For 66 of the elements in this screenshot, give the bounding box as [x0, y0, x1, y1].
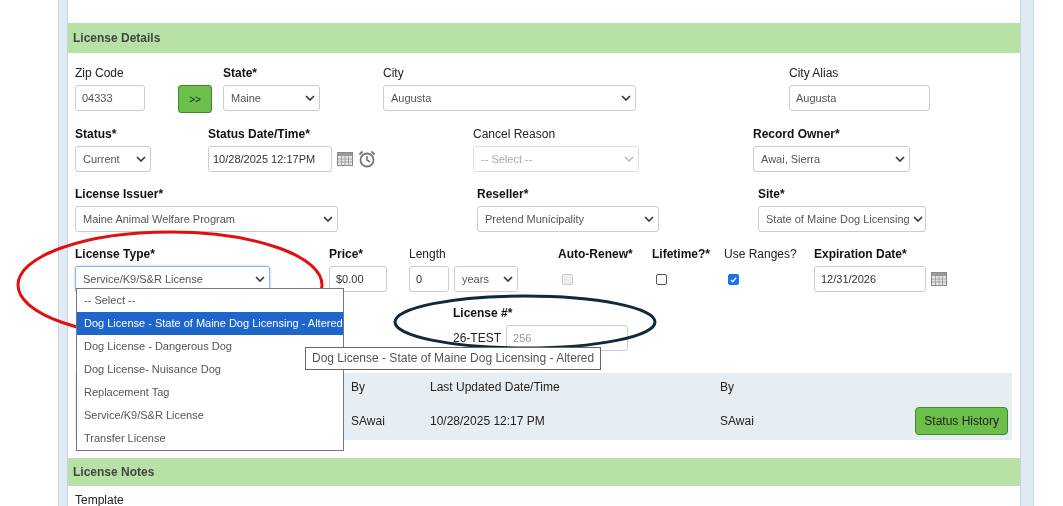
chevron-icon: [503, 276, 513, 282]
field-label: Length: [409, 247, 447, 261]
field-label: Use Ranges?: [724, 247, 798, 261]
status-dropdown[interactable]: Current: [75, 146, 151, 172]
field-label: Reseller*: [477, 187, 530, 201]
status-date-field[interactable]: 10/28/2025 12:17PM: [208, 146, 332, 172]
record-owner-dropdown[interactable]: Awai, Sierra: [753, 146, 910, 172]
calendar-icon[interactable]: [337, 152, 353, 166]
field-label: Auto-Renew*: [558, 247, 634, 261]
field-label: Price*: [329, 247, 365, 261]
field-label: Cancel Reason: [473, 127, 557, 141]
dropdown-option[interactable]: Service/K9/S&R License: [77, 404, 343, 427]
status-history-button[interactable]: Status History: [915, 406, 1008, 435]
chevron-icon: [323, 216, 333, 222]
chevron-icon: [255, 276, 265, 282]
chevron-icon: [912, 216, 923, 222]
city-alias-field[interactable]: Augusta: [789, 85, 930, 111]
field-label: License Type*: [75, 247, 156, 261]
dropdown-option[interactable]: -- Select --: [77, 289, 343, 312]
column-header: By: [351, 380, 366, 394]
field-label: Zip Code: [75, 66, 125, 80]
dropdown-option[interactable]: Dog License - State of Maine Dog Licensing - Altered: [77, 312, 343, 335]
tooltip: Dog License - State of Maine Dog Licensing - Altered: [305, 347, 602, 370]
table-cell-text: SAwai: [351, 413, 386, 428]
license-issuer-dropdown[interactable]: Maine Animal Welfare Program: [75, 206, 338, 232]
alarm-clock-icon[interactable]: [358, 150, 376, 168]
chevron-icon: [895, 156, 905, 162]
length-field[interactable]: 0: [409, 266, 449, 292]
unit-dropdown[interactable]: years: [454, 266, 518, 292]
field-label: License Issuer*: [75, 187, 165, 201]
calendar-icon[interactable]: [931, 272, 947, 286]
dropdown-option[interactable]: Transfer License: [77, 427, 343, 450]
price-field[interactable]: $0.00: [329, 266, 387, 292]
field-label: Expiration Date*: [814, 247, 908, 261]
lookup-button[interactable]: >>: [178, 85, 212, 113]
table-cell-text: SAwai: [720, 413, 755, 428]
site-dropdown[interactable]: State of Maine Dog Licensing: [758, 206, 926, 232]
license-prefix: 26-TEST: [453, 331, 501, 345]
column-header: Last Updated Date/Time: [430, 380, 561, 394]
field-label: State*: [223, 66, 258, 80]
field-label: License #*: [453, 306, 514, 320]
field-label: Record Owner*: [753, 127, 841, 141]
dropdown-option[interactable]: Replacement Tag: [77, 381, 343, 404]
field-label: Lifetime?*: [652, 247, 711, 261]
section-title: License Notes: [73, 465, 155, 479]
field-label: Status Date/Time*: [208, 127, 311, 141]
city-dropdown[interactable]: Augusta: [383, 85, 636, 111]
chevron-icon: [305, 95, 315, 101]
expiration-date-field[interactable]: 12/31/2026: [814, 266, 926, 292]
checkbox[interactable]: [656, 273, 667, 285]
field-label: Status*: [75, 127, 118, 141]
field-label: Template: [75, 493, 124, 506]
zip-field[interactable]: 04333: [75, 85, 145, 111]
chevron-icon: [621, 95, 631, 101]
chevron-icon: [644, 216, 654, 222]
checkbox[interactable]: [728, 273, 739, 285]
reseller-dropdown[interactable]: Pretend Municipality: [477, 206, 659, 232]
field-label: City Alias: [789, 66, 840, 80]
chevron-icon: [624, 156, 634, 162]
field-label: City: [383, 66, 405, 80]
state-dropdown[interactable]: Maine: [223, 85, 320, 111]
table-cell-text: 10/28/2025 12:17 PM: [430, 413, 546, 428]
chevron-icon: [136, 156, 146, 162]
section-title: License Details: [73, 31, 161, 45]
column-header: By: [720, 380, 735, 394]
field-label: Site*: [758, 187, 786, 201]
